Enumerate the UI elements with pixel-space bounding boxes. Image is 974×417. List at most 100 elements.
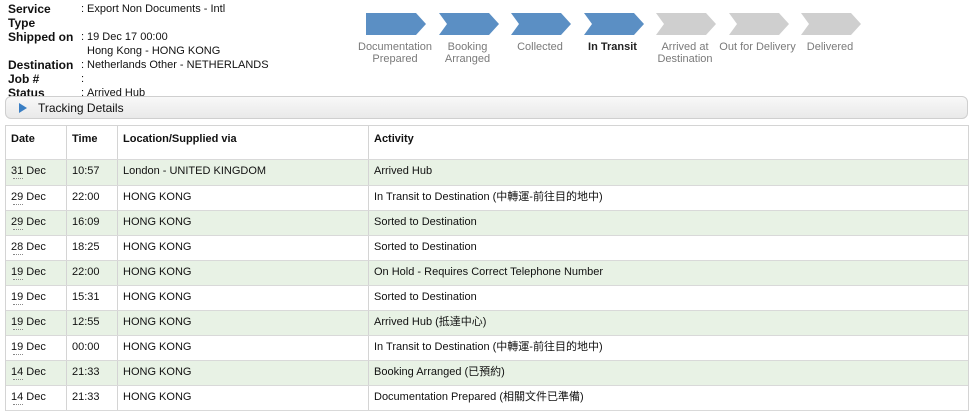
service-type-row: Service Type : Export Non Documents - In…: [8, 2, 269, 30]
location-cell: HONG KONG: [118, 386, 369, 410]
progress-step-label-line2: Destination: [657, 53, 713, 65]
date-underline-mark: [13, 178, 23, 182]
date-underline-mark: [13, 204, 23, 208]
progress-step-2: Booking Arranged: [427, 13, 509, 65]
table-row: 14 Dec 21:33 HONG KONG Booking Arranged (已預…: [6, 361, 968, 386]
location-cell: HONG KONG: [118, 361, 369, 385]
date-cell: 14 Dec: [6, 361, 67, 385]
location-cell-text: HONG KONG: [123, 266, 192, 278]
date-cell: 19 Dec: [6, 261, 67, 285]
date-underline-mark: [13, 329, 23, 333]
activity-cell-text: In Transit to Destination (中轉運-前往目的地中): [374, 191, 603, 203]
time-cell-text: 10:57: [72, 165, 100, 177]
time-cell-text: 21:33: [72, 366, 100, 378]
progress-tracker: Documentation Prepared Booking Arranged Coll…: [358, 13, 874, 73]
date-cell-text: 29 Dec: [11, 216, 46, 228]
location-cell: HONG KONG: [118, 261, 369, 285]
location-cell-text: HONG KONG: [123, 366, 192, 378]
activity-cell: Sorted to Destination: [369, 236, 968, 260]
time-cell-text: 21:33: [72, 391, 100, 403]
tracking-details-label: Tracking Details: [38, 101, 124, 115]
date-underline-mark: [13, 404, 23, 408]
date-cell-text: 19 Dec: [11, 266, 46, 278]
progress-chevron-icon: [801, 13, 861, 35]
time-cell: 21:33: [67, 386, 118, 410]
table-row: 14 Dec 21:33 HONG KONG Documentation Prepar…: [6, 386, 968, 411]
progress-step-label: Out for Delivery: [717, 41, 799, 53]
location-cell: HONG KONG: [118, 311, 369, 335]
progress-step-7: Delivered: [789, 13, 871, 53]
location-cell-text: HONG KONG: [123, 191, 192, 203]
activity-cell: Sorted to Destination: [369, 286, 968, 310]
date-cell-text: 28 Dec: [11, 241, 46, 253]
progress-step-4: In Transit: [572, 13, 654, 53]
activity-cell-text: Documentation Prepared (相關文件已準備): [374, 391, 584, 403]
table-header: Date Time Location/Supplied via Activity: [6, 126, 968, 160]
date-underline-mark: [13, 354, 23, 358]
date-cell: 29 Dec: [6, 211, 67, 235]
shipped-on-value: 19 Dec 17 00:00 Hong Kong - HONG KONG: [87, 30, 220, 58]
location-cell: HONG KONG: [118, 286, 369, 310]
progress-step-5: Arrived at Destination: [644, 13, 726, 65]
location-cell-text: HONG KONG: [123, 291, 192, 303]
table-row: 19 Dec 22:00 HONG KONG On Hold - Requires C…: [6, 261, 968, 286]
location-cell-text: HONG KONG: [123, 391, 192, 403]
progress-step-6: Out for Delivery: [717, 13, 799, 53]
time-cell: 12:55: [67, 311, 118, 335]
activity-cell-text: On Hold - Requires Correct Telephone Num…: [374, 266, 604, 278]
progress-step-label: Delivered: [789, 41, 871, 53]
progress-step-label-line1: Collected: [517, 41, 563, 53]
time-cell: 21:33: [67, 361, 118, 385]
date-cell-text: 14 Dec: [11, 391, 46, 403]
activity-cell: Sorted to Destination: [369, 211, 968, 235]
table-row: 19 Dec 12:55 HONG KONG Arrived Hub (抵達中心): [6, 311, 968, 336]
activity-cell-text: In Transit to Destination (中轉運-前往目的地中): [374, 341, 603, 353]
location-cell-text: London - UNITED KINGDOM: [123, 165, 267, 177]
date-cell: 19 Dec: [6, 286, 67, 310]
column-header-time: Time: [67, 126, 118, 159]
activity-cell-text: Arrived Hub (抵達中心): [374, 316, 487, 328]
progress-step-label-line1: Out for Delivery: [719, 41, 796, 53]
table-row: 19 Dec 15:31 HONG KONG Sorted to Destinatio…: [6, 286, 968, 311]
time-cell-text: 00:00: [72, 341, 100, 353]
progress-step-label-line1: In Transit: [588, 41, 637, 53]
date-cell: 29 Dec: [6, 186, 67, 210]
time-cell: 10:57: [67, 160, 118, 185]
progress-step-label: Arrived at Destination: [644, 41, 726, 65]
date-cell: 19 Dec: [6, 336, 67, 360]
progress-chevron-icon: [728, 13, 789, 35]
date-cell-text: 14 Dec: [11, 366, 46, 378]
progress-chevron-icon: [438, 13, 499, 35]
progress-chevron-icon: [656, 13, 716, 35]
date-underline-mark: [13, 254, 23, 258]
job-row: Job # :: [8, 72, 269, 86]
date-cell-text: 19 Dec: [11, 341, 46, 353]
activity-cell-text: Sorted to Destination: [374, 216, 477, 228]
activity-cell: Arrived Hub (抵達中心): [369, 311, 968, 335]
location-cell: HONG KONG: [118, 236, 369, 260]
colon: :: [81, 73, 85, 85]
progress-step-label: Documentation Prepared: [354, 41, 436, 65]
progress-step-label: Collected: [499, 41, 581, 53]
date-underline-mark: [13, 379, 23, 383]
service-type-value: Export Non Documents - Intl: [87, 3, 226, 15]
location-cell: HONG KONG: [118, 186, 369, 210]
location-cell-text: HONG KONG: [123, 341, 192, 353]
time-cell: 00:00: [67, 336, 118, 360]
expand-triangle-icon[interactable]: [19, 103, 27, 113]
activity-cell: In Transit to Destination (中轉運-前往目的地中): [369, 336, 968, 360]
progress-step-label-line1: Documentation: [358, 41, 432, 53]
shipped-on-date: 19 Dec 17 00:00: [87, 31, 168, 43]
activity-cell-text: Sorted to Destination: [374, 241, 477, 253]
destination-row: Destination : Netherlands Other - NETHER…: [8, 58, 269, 72]
table-row: 28 Dec 18:25 HONG KONG Sorted to Destinatio…: [6, 236, 968, 261]
time-cell-text: 22:00: [72, 191, 100, 203]
table-row: 29 Dec 16:09 HONG KONG Sorted to Destinatio…: [6, 211, 968, 236]
progress-chevron-icon: [583, 13, 644, 35]
time-cell: 16:09: [67, 211, 118, 235]
progress-chevron-icon: [366, 13, 426, 35]
progress-step-3: Collected: [499, 13, 581, 53]
tracking-details-toggle[interactable]: Tracking Details: [5, 96, 968, 119]
date-underline-mark: [13, 304, 23, 308]
date-cell-text: 29 Dec: [11, 191, 46, 203]
